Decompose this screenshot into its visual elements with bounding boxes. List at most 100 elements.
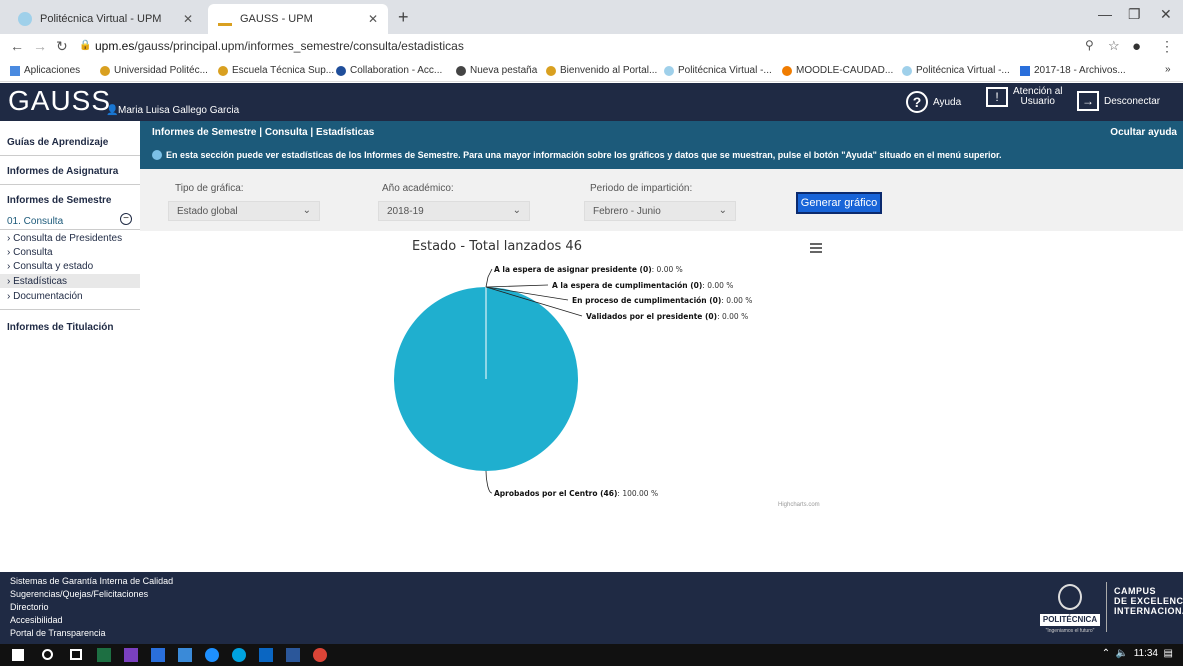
tagline: "Ingeniamos el futuro" xyxy=(1045,628,1095,634)
reload-icon[interactable]: ↻ xyxy=(56,38,68,55)
star-icon[interactable]: ☆ xyxy=(1108,38,1120,54)
upm-favicon-icon xyxy=(546,65,556,76)
attention-button[interactable]: ! Atención al Usuario xyxy=(986,87,1062,107)
url-field[interactable]: upm.es/gauss/principal.upm/informes_seme… xyxy=(95,39,464,53)
anio-select[interactable]: 2018-19 ⌄ xyxy=(378,201,530,221)
help-button[interactable]: ? Ayuda xyxy=(906,91,961,113)
word-icon[interactable] xyxy=(286,648,300,662)
bookmark-item[interactable]: Politécnica Virtual -... xyxy=(902,65,1010,76)
politecnica-favicon-icon xyxy=(18,12,32,26)
sidebar-item-documentacion[interactable]: › Documentación xyxy=(7,291,83,302)
divider xyxy=(0,155,140,156)
user-icon: 👤 xyxy=(106,105,119,116)
politecnica-favicon-icon xyxy=(902,65,912,76)
footer-link[interactable]: Accesibilidad xyxy=(10,615,63,625)
chart-credit: Highcharts.com xyxy=(778,502,820,508)
bookmark-item[interactable]: Universidad Politéc... xyxy=(100,65,208,76)
campus-line: DE EXCELENCIA xyxy=(1114,596,1183,606)
onenote-icon[interactable] xyxy=(124,648,138,662)
bookmark-label: Politécnica Virtual -... xyxy=(916,65,1010,76)
sidebar-guias[interactable]: Guías de Aprendizaje xyxy=(7,137,108,148)
divider xyxy=(0,309,140,310)
close-tab-icon[interactable]: ✕ xyxy=(183,12,193,26)
notifications-icon[interactable]: ▤ xyxy=(1164,648,1173,659)
sidebar-consulta-group[interactable]: 01. Consulta xyxy=(7,216,63,227)
sidebar-item-label: Consulta de Presidentes xyxy=(13,233,123,244)
chart-menu-icon[interactable] xyxy=(810,243,822,253)
periodo-label: Periodo de impartición: xyxy=(590,183,693,194)
bookmark-apps[interactable]: Aplicaciones xyxy=(10,65,80,76)
excel-icon[interactable] xyxy=(97,648,111,662)
anio-value: 2018-19 xyxy=(387,206,424,217)
forward-icon[interactable]: → xyxy=(33,38,47,54)
bookmark-item[interactable]: 2017-18 - Archivos... xyxy=(1020,65,1126,76)
windows-start-icon[interactable] xyxy=(12,649,24,661)
logout-button[interactable]: → Desconectar xyxy=(1077,91,1160,111)
new-tab-button[interactable]: + xyxy=(398,7,409,28)
upm-logo: POLITÉCNICA "Ingeniamos el futuro" xyxy=(1040,584,1100,639)
footer-link[interactable]: Directorio xyxy=(10,602,49,612)
bookmarks-more-icon[interactable]: » xyxy=(1165,64,1171,75)
bookmark-item[interactable]: Politécnica Virtual -... xyxy=(664,65,772,76)
sidebar-item-consulta-estado[interactable]: › Consulta y estado xyxy=(7,261,93,272)
bookmark-item[interactable]: Nueva pestaña xyxy=(456,65,537,76)
periodo-select[interactable]: Febrero - Junio ⌄ xyxy=(584,201,736,221)
collaboration-icon xyxy=(336,65,346,76)
cloud-icon[interactable] xyxy=(178,648,192,662)
sidebar-item-consulta[interactable]: › Consulta xyxy=(7,247,53,258)
sidebar-titulacion[interactable]: Informes de Titulación xyxy=(7,322,114,333)
bookmark-label: 2017-18 - Archivos... xyxy=(1034,65,1126,76)
browser-tab-bar: Politécnica Virtual - UPM ✕ GAUSS - UPM … xyxy=(0,0,1183,34)
sidebar-item-estadisticas[interactable]: › Estadísticas xyxy=(7,276,67,287)
outlook-icon[interactable] xyxy=(259,648,273,662)
gauss-logo[interactable]: GAUSS xyxy=(8,85,111,117)
upm-favicon-icon xyxy=(100,65,110,76)
sidebar-semestre[interactable]: Informes de Semestre xyxy=(7,195,112,206)
bookmark-item[interactable]: MOODLE-CAUDAD... xyxy=(782,65,893,76)
network-icon[interactable]: ⌃ xyxy=(1102,648,1110,659)
task-view-icon[interactable] xyxy=(70,649,82,660)
zoom-icon[interactable]: ⚲ xyxy=(1085,38,1094,52)
breadcrumb: Informes de Semestre | Consulta | Estadí… xyxy=(152,127,375,138)
hide-help-link[interactable]: Ocultar ayuda xyxy=(1110,127,1177,138)
tab-politecnica-virtual[interactable]: Politécnica Virtual - UPM ✕ xyxy=(8,4,203,34)
minimize-icon[interactable]: — xyxy=(1098,6,1112,22)
apps-grid-icon xyxy=(10,65,20,76)
logout-label: Desconectar xyxy=(1104,95,1161,107)
tipo-value: Estado global xyxy=(177,206,238,217)
profile-icon[interactable]: ● xyxy=(1132,38,1141,55)
tab-title: GAUSS - UPM xyxy=(240,13,313,25)
collapse-icon[interactable]: − xyxy=(120,213,132,225)
footer-link[interactable]: Sugerencias/Quejas/Felicitaciones xyxy=(10,589,148,599)
sidebar-item-label: Estadísticas xyxy=(13,276,68,287)
anio-label: Año académico: xyxy=(382,183,454,194)
clock[interactable]: 11:34 xyxy=(1134,648,1158,659)
folder-icon[interactable] xyxy=(151,648,165,662)
sidebar-asignatura[interactable]: Informes de Asignatura xyxy=(7,166,118,177)
bookmark-item[interactable]: Bienvenido al Portal... xyxy=(546,65,657,76)
sidebar-item-consulta-presidentes[interactable]: › Consulta de Presidentes xyxy=(7,233,122,244)
campus-line: CAMPUS xyxy=(1114,586,1157,596)
bookmark-item[interactable]: Collaboration - Acc... xyxy=(336,65,442,76)
generate-chart-button[interactable]: Generar gráfico xyxy=(796,192,882,214)
data-label: En proceso de cumplimentación (0): 0.00 … xyxy=(572,296,752,305)
info-banner: Informes de Semestre | Consulta | Estadí… xyxy=(140,121,1183,169)
menu-kebab-icon[interactable]: ⋮ xyxy=(1160,38,1174,55)
tipo-select[interactable]: Estado global ⌄ xyxy=(168,201,320,221)
close-tab-icon[interactable]: ✕ xyxy=(368,12,378,26)
search-icon[interactable] xyxy=(42,649,53,660)
restore-icon[interactable]: ❐ xyxy=(1128,6,1141,23)
ie-icon[interactable] xyxy=(232,648,246,662)
footer-link[interactable]: Sistemas de Garantía Interna de Calidad xyxy=(10,576,173,586)
back-icon[interactable]: ← xyxy=(10,38,24,54)
volume-icon[interactable]: 🔈 xyxy=(1116,648,1128,659)
chrome-icon[interactable] xyxy=(313,648,327,662)
edge-icon[interactable] xyxy=(205,648,219,662)
tab-gauss[interactable]: GAUSS - UPM ✕ xyxy=(208,4,388,34)
bookmark-item[interactable]: Escuela Técnica Sup... xyxy=(218,65,334,76)
close-window-icon[interactable]: ✕ xyxy=(1160,6,1172,23)
help-icon: ? xyxy=(906,91,928,113)
chat-icon: ! xyxy=(986,87,1008,107)
data-label: A la espera de cumplimentación (0): 0.00… xyxy=(552,281,733,290)
footer-link[interactable]: Portal de Transparencia xyxy=(10,628,106,638)
